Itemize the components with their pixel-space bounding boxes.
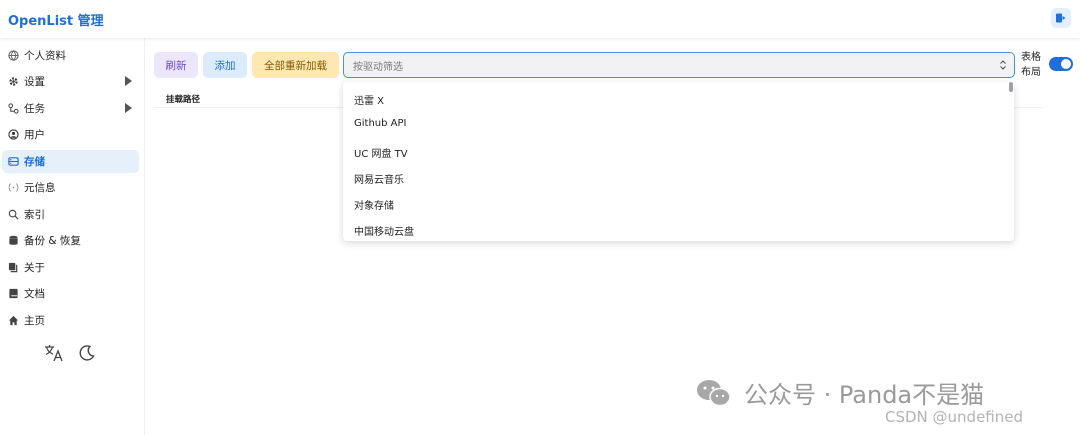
dropdown-option[interactable]: 迅雷 X (354, 92, 384, 107)
sidebar-item-about[interactable]: 关于 (2, 256, 139, 279)
sidebar-item-label: 用户 (24, 129, 45, 141)
meta-icon (7, 182, 19, 194)
layout-label-line1: 表格 (1021, 52, 1041, 63)
sidebar-item-label: 任务 (24, 103, 45, 115)
sidebar-footer (44, 344, 96, 366)
database-icon (7, 235, 19, 247)
sidebar: 个人资料 设置 任务 用户 存储 元信息 索引 备份 & 恢复 关于 文档 主页 (0, 38, 145, 435)
moon-icon[interactable] (78, 344, 96, 366)
sidebar-item-label: 索引 (24, 209, 45, 221)
storage-icon (7, 156, 19, 168)
sidebar-item-label: 关于 (24, 262, 45, 274)
sidebar-item-label: 设置 (24, 76, 45, 88)
search-icon (7, 209, 19, 221)
filter-placeholder: 按驱动筛选 (353, 61, 403, 73)
book-icon (7, 288, 19, 300)
sidebar-item-backup[interactable]: 备份 & 恢复 (2, 229, 139, 252)
dropdown-option[interactable]: 中国移动云盘 (354, 223, 414, 238)
refresh-button[interactable]: 刷新 (154, 52, 198, 78)
sidebar-item-tasks[interactable]: 任务 (2, 97, 139, 120)
user-circle-icon (7, 129, 19, 141)
expand-arrow-icon (124, 76, 133, 89)
translate-icon[interactable] (44, 344, 64, 366)
gear-icon (7, 76, 19, 88)
top-header: OpenList 管理 (0, 0, 1080, 38)
table-header-mount-path[interactable]: 挂载路径 (166, 93, 200, 105)
workflow-icon (7, 103, 19, 115)
dropdown-option[interactable]: UC 网盘 TV (354, 145, 408, 160)
toggle-knob (1061, 59, 1071, 69)
layout-label-line2: 布局 (1021, 67, 1041, 78)
logout-button[interactable] (1051, 8, 1071, 28)
sidebar-item-settings[interactable]: 设置 (2, 70, 139, 93)
sidebar-item-profile[interactable]: 个人资料 (2, 44, 139, 67)
copy-icon (7, 262, 19, 274)
wechat-icon (696, 378, 732, 408)
reload-all-button[interactable]: 全部重新加载 (252, 52, 339, 78)
dropdown-option[interactable]: Github API (354, 118, 406, 129)
logout-icon (1055, 9, 1067, 28)
driver-filter-select[interactable]: 按驱动筛选 (343, 52, 1015, 78)
sidebar-item-label: 主页 (24, 315, 45, 327)
sidebar-item-label: 存储 (24, 156, 45, 168)
add-button[interactable]: 添加 (203, 52, 247, 78)
dropdown-option[interactable]: 网易云音乐 (354, 171, 404, 186)
chevron-updown-icon (999, 59, 1007, 74)
app-title: OpenList 管理 (8, 14, 104, 29)
home-icon (7, 315, 19, 327)
sidebar-item-label: 个人资料 (24, 50, 66, 62)
sidebar-item-docs[interactable]: 文档 (2, 282, 139, 305)
table-layout-label: 表格 布局 (1021, 50, 1045, 80)
sidebar-item-users[interactable]: 用户 (2, 123, 139, 146)
dropdown-scrollbar[interactable] (1009, 82, 1013, 92)
sidebar-item-home[interactable]: 主页 (2, 309, 139, 332)
sidebar-item-label: 备份 & 恢复 (24, 235, 81, 247)
csdn-watermark: CSDN @undefined (885, 408, 1024, 426)
expand-arrow-icon (124, 103, 133, 116)
sidebar-item-storage[interactable]: 存储 (2, 150, 139, 173)
driver-dropdown-list: 迅雷 X Github API UC 网盘 TV 网易云音乐 对象存储 中国移动… (343, 82, 1014, 241)
wechat-watermark: 公众号 · Panda不是猫 (696, 375, 984, 410)
table-layout-toggle[interactable] (1049, 57, 1073, 71)
sidebar-item-label: 元信息 (24, 182, 56, 194)
sidebar-item-label: 文档 (24, 288, 45, 300)
sidebar-item-index[interactable]: 索引 (2, 203, 139, 226)
dropdown-option[interactable]: 对象存储 (354, 197, 394, 212)
sidebar-item-meta[interactable]: 元信息 (2, 176, 139, 199)
globe-icon (7, 50, 19, 62)
watermark-text: 公众号 · Panda不是猫 (744, 381, 985, 409)
